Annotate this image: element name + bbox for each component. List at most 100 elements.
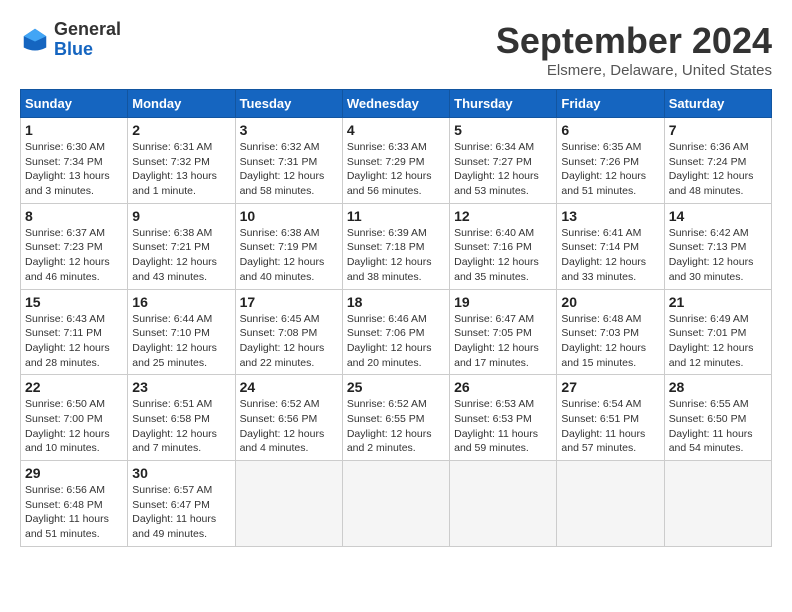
day-number: 2 (132, 122, 230, 138)
day-info: Sunrise: 6:48 AM Sunset: 7:03 PM Dayligh… (561, 312, 659, 371)
day-number: 3 (240, 122, 338, 138)
day-info: Sunrise: 6:38 AM Sunset: 7:21 PM Dayligh… (132, 226, 230, 285)
day-number: 20 (561, 294, 659, 310)
day-cell-29: 29 Sunrise: 6:56 AM Sunset: 6:48 PM Dayl… (21, 461, 128, 547)
calendar-table: Sunday Monday Tuesday Wednesday Thursday… (20, 89, 772, 547)
day-cell-4: 4 Sunrise: 6:33 AM Sunset: 7:29 PM Dayli… (342, 118, 449, 204)
calendar-week-row: 22 Sunrise: 6:50 AM Sunset: 7:00 PM Dayl… (21, 375, 772, 461)
day-cell-25: 25 Sunrise: 6:52 AM Sunset: 6:55 PM Dayl… (342, 375, 449, 461)
location-subtitle: Elsmere, Delaware, United States (496, 62, 772, 79)
day-info: Sunrise: 6:49 AM Sunset: 7:01 PM Dayligh… (669, 312, 767, 371)
day-number: 4 (347, 122, 445, 138)
day-info: Sunrise: 6:38 AM Sunset: 7:19 PM Dayligh… (240, 226, 338, 285)
day-info: Sunrise: 6:56 AM Sunset: 6:48 PM Dayligh… (25, 483, 123, 542)
day-number: 22 (25, 379, 123, 395)
day-cell-5: 5 Sunrise: 6:34 AM Sunset: 7:27 PM Dayli… (450, 118, 557, 204)
day-info: Sunrise: 6:43 AM Sunset: 7:11 PM Dayligh… (25, 312, 123, 371)
day-number: 29 (25, 465, 123, 481)
day-cell-21: 21 Sunrise: 6:49 AM Sunset: 7:01 PM Dayl… (664, 289, 771, 375)
col-friday: Friday (557, 90, 664, 118)
col-monday: Monday (128, 90, 235, 118)
day-cell-18: 18 Sunrise: 6:46 AM Sunset: 7:06 PM Dayl… (342, 289, 449, 375)
day-info: Sunrise: 6:36 AM Sunset: 7:24 PM Dayligh… (669, 140, 767, 199)
logo-text: General Blue (54, 20, 121, 60)
day-number: 17 (240, 294, 338, 310)
col-wednesday: Wednesday (342, 90, 449, 118)
day-cell-7: 7 Sunrise: 6:36 AM Sunset: 7:24 PM Dayli… (664, 118, 771, 204)
col-saturday: Saturday (664, 90, 771, 118)
col-sunday: Sunday (21, 90, 128, 118)
day-number: 28 (669, 379, 767, 395)
empty-cell (557, 461, 664, 547)
day-info: Sunrise: 6:45 AM Sunset: 7:08 PM Dayligh… (240, 312, 338, 371)
day-cell-2: 2 Sunrise: 6:31 AM Sunset: 7:32 PM Dayli… (128, 118, 235, 204)
day-cell-1: 1 Sunrise: 6:30 AM Sunset: 7:34 PM Dayli… (21, 118, 128, 204)
day-cell-19: 19 Sunrise: 6:47 AM Sunset: 7:05 PM Dayl… (450, 289, 557, 375)
day-cell-20: 20 Sunrise: 6:48 AM Sunset: 7:03 PM Dayl… (557, 289, 664, 375)
day-cell-13: 13 Sunrise: 6:41 AM Sunset: 7:14 PM Dayl… (557, 203, 664, 289)
day-cell-8: 8 Sunrise: 6:37 AM Sunset: 7:23 PM Dayli… (21, 203, 128, 289)
title-area: September 2024 Elsmere, Delaware, United… (496, 20, 772, 79)
day-number: 5 (454, 122, 552, 138)
day-cell-23: 23 Sunrise: 6:51 AM Sunset: 6:58 PM Dayl… (128, 375, 235, 461)
day-info: Sunrise: 6:51 AM Sunset: 6:58 PM Dayligh… (132, 397, 230, 456)
day-info: Sunrise: 6:57 AM Sunset: 6:47 PM Dayligh… (132, 483, 230, 542)
day-cell-16: 16 Sunrise: 6:44 AM Sunset: 7:10 PM Dayl… (128, 289, 235, 375)
day-info: Sunrise: 6:31 AM Sunset: 7:32 PM Dayligh… (132, 140, 230, 199)
day-cell-28: 28 Sunrise: 6:55 AM Sunset: 6:50 PM Dayl… (664, 375, 771, 461)
day-number: 27 (561, 379, 659, 395)
calendar-header-row: Sunday Monday Tuesday Wednesday Thursday… (21, 90, 772, 118)
day-cell-12: 12 Sunrise: 6:40 AM Sunset: 7:16 PM Dayl… (450, 203, 557, 289)
day-info: Sunrise: 6:50 AM Sunset: 7:00 PM Dayligh… (25, 397, 123, 456)
day-info: Sunrise: 6:34 AM Sunset: 7:27 PM Dayligh… (454, 140, 552, 199)
day-cell-9: 9 Sunrise: 6:38 AM Sunset: 7:21 PM Dayli… (128, 203, 235, 289)
day-cell-10: 10 Sunrise: 6:38 AM Sunset: 7:19 PM Dayl… (235, 203, 342, 289)
day-info: Sunrise: 6:42 AM Sunset: 7:13 PM Dayligh… (669, 226, 767, 285)
day-number: 14 (669, 208, 767, 224)
day-cell-3: 3 Sunrise: 6:32 AM Sunset: 7:31 PM Dayli… (235, 118, 342, 204)
day-info: Sunrise: 6:54 AM Sunset: 6:51 PM Dayligh… (561, 397, 659, 456)
day-info: Sunrise: 6:47 AM Sunset: 7:05 PM Dayligh… (454, 312, 552, 371)
day-info: Sunrise: 6:52 AM Sunset: 6:56 PM Dayligh… (240, 397, 338, 456)
col-thursday: Thursday (450, 90, 557, 118)
day-number: 30 (132, 465, 230, 481)
day-cell-15: 15 Sunrise: 6:43 AM Sunset: 7:11 PM Dayl… (21, 289, 128, 375)
day-info: Sunrise: 6:37 AM Sunset: 7:23 PM Dayligh… (25, 226, 123, 285)
day-info: Sunrise: 6:32 AM Sunset: 7:31 PM Dayligh… (240, 140, 338, 199)
day-info: Sunrise: 6:53 AM Sunset: 6:53 PM Dayligh… (454, 397, 552, 456)
day-cell-17: 17 Sunrise: 6:45 AM Sunset: 7:08 PM Dayl… (235, 289, 342, 375)
empty-cell (664, 461, 771, 547)
day-info: Sunrise: 6:41 AM Sunset: 7:14 PM Dayligh… (561, 226, 659, 285)
day-cell-11: 11 Sunrise: 6:39 AM Sunset: 7:18 PM Dayl… (342, 203, 449, 289)
calendar-week-row: 8 Sunrise: 6:37 AM Sunset: 7:23 PM Dayli… (21, 203, 772, 289)
day-number: 1 (25, 122, 123, 138)
day-info: Sunrise: 6:52 AM Sunset: 6:55 PM Dayligh… (347, 397, 445, 456)
day-number: 6 (561, 122, 659, 138)
day-number: 24 (240, 379, 338, 395)
day-info: Sunrise: 6:35 AM Sunset: 7:26 PM Dayligh… (561, 140, 659, 199)
day-number: 10 (240, 208, 338, 224)
empty-cell (342, 461, 449, 547)
day-number: 19 (454, 294, 552, 310)
day-cell-27: 27 Sunrise: 6:54 AM Sunset: 6:51 PM Dayl… (557, 375, 664, 461)
logo: General Blue (20, 20, 121, 60)
day-number: 13 (561, 208, 659, 224)
day-info: Sunrise: 6:55 AM Sunset: 6:50 PM Dayligh… (669, 397, 767, 456)
day-number: 23 (132, 379, 230, 395)
day-info: Sunrise: 6:44 AM Sunset: 7:10 PM Dayligh… (132, 312, 230, 371)
day-number: 15 (25, 294, 123, 310)
day-number: 25 (347, 379, 445, 395)
calendar-week-row: 29 Sunrise: 6:56 AM Sunset: 6:48 PM Dayl… (21, 461, 772, 547)
day-cell-26: 26 Sunrise: 6:53 AM Sunset: 6:53 PM Dayl… (450, 375, 557, 461)
day-number: 9 (132, 208, 230, 224)
empty-cell (450, 461, 557, 547)
day-cell-30: 30 Sunrise: 6:57 AM Sunset: 6:47 PM Dayl… (128, 461, 235, 547)
month-title: September 2024 (496, 20, 772, 62)
page-header: General Blue September 2024 Elsmere, Del… (20, 20, 772, 79)
calendar-week-row: 15 Sunrise: 6:43 AM Sunset: 7:11 PM Dayl… (21, 289, 772, 375)
day-cell-24: 24 Sunrise: 6:52 AM Sunset: 6:56 PM Dayl… (235, 375, 342, 461)
logo-icon (20, 25, 50, 55)
day-info: Sunrise: 6:33 AM Sunset: 7:29 PM Dayligh… (347, 140, 445, 199)
day-number: 8 (25, 208, 123, 224)
day-cell-14: 14 Sunrise: 6:42 AM Sunset: 7:13 PM Dayl… (664, 203, 771, 289)
